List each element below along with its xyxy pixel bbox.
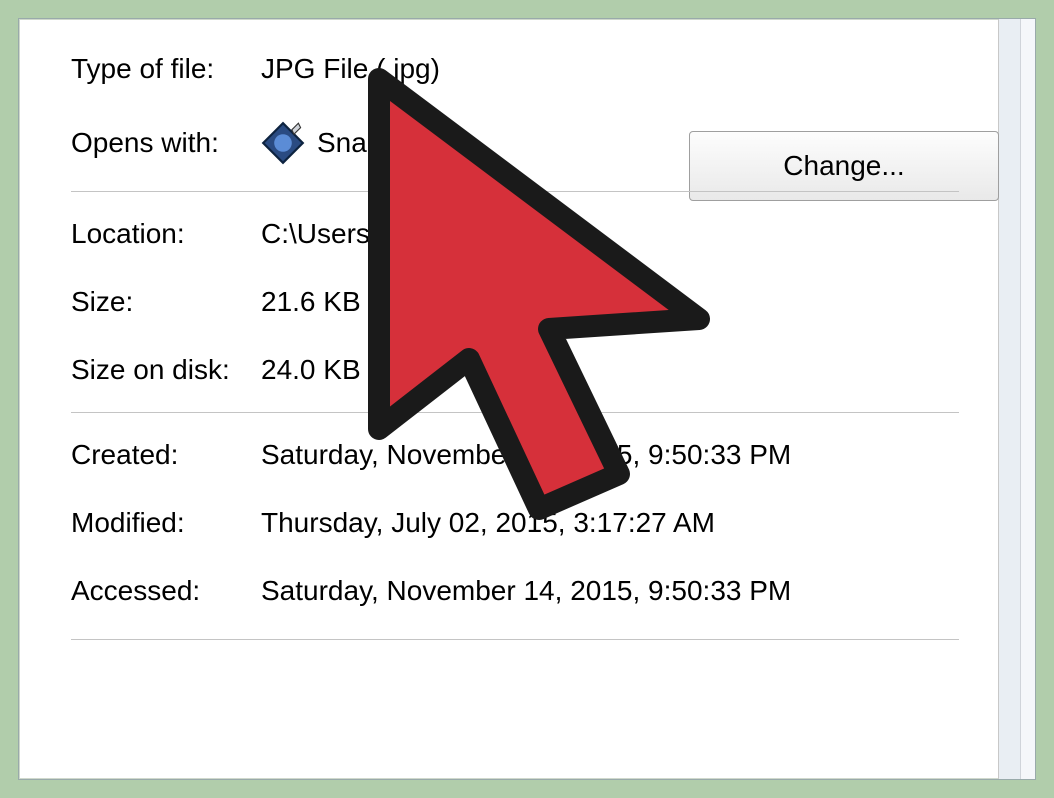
row-opens-with: Opens with: Snagit bbox=[71, 103, 959, 183]
row-location: Location: C:\Users\Us bbox=[71, 200, 959, 268]
value-location: C:\Users\Us bbox=[261, 218, 959, 250]
separator-3 bbox=[71, 639, 959, 640]
label-modified: Modified: bbox=[71, 507, 261, 539]
label-opens-with: Opens with: bbox=[71, 127, 261, 159]
label-size-on-disk: Size on disk: bbox=[71, 354, 261, 386]
row-size: Size: 21.6 KB (22 bbox=[71, 268, 959, 336]
value-size-on-disk: 24.0 KB (24 byte bbox=[261, 354, 959, 386]
row-accessed: Accessed: Saturday, November 14, 2015, 9… bbox=[71, 557, 959, 625]
row-type-of-file: Type of file: JPG File (.jpg) bbox=[71, 19, 959, 103]
value-accessed: Saturday, November 14, 2015, 9:50:33 PM bbox=[261, 575, 959, 607]
label-location: Location: bbox=[71, 218, 261, 250]
window-right-edge bbox=[998, 19, 1035, 779]
size-on-disk-part-b: byte bbox=[523, 354, 576, 386]
properties-dialog-frame: Change... Type of file: JPG File (.jpg) … bbox=[18, 18, 1036, 780]
row-created: Created: Saturday, November 14, 2015, 9:… bbox=[71, 421, 959, 489]
separator-1 bbox=[71, 191, 959, 192]
value-opens-with: Snagit bbox=[261, 121, 959, 165]
properties-content: Type of file: JPG File (.jpg) Opens with… bbox=[19, 19, 999, 779]
label-created: Created: bbox=[71, 439, 261, 471]
scrollbar-track[interactable] bbox=[1020, 19, 1035, 779]
value-modified: Thursday, July 02, 2015, 3:17:27 AM bbox=[261, 507, 959, 539]
value-type-of-file: JPG File (.jpg) bbox=[261, 53, 959, 85]
row-modified: Modified: Thursday, July 02, 2015, 3:17:… bbox=[71, 489, 959, 557]
value-created: Saturday, November 14, 2015, 9:50:33 PM bbox=[261, 439, 959, 471]
opens-with-app-name: Snagit bbox=[317, 127, 396, 159]
label-type-of-file: Type of file: bbox=[71, 53, 261, 85]
separator-2 bbox=[71, 412, 959, 413]
app-icon bbox=[261, 121, 305, 165]
label-accessed: Accessed: bbox=[71, 575, 261, 607]
value-size: 21.6 KB (22 bbox=[261, 286, 959, 318]
label-size: Size: bbox=[71, 286, 261, 318]
row-size-on-disk: Size on disk: 24.0 KB (24 byte bbox=[71, 336, 959, 404]
size-on-disk-part-a: 24.0 KB (24 bbox=[261, 354, 409, 386]
